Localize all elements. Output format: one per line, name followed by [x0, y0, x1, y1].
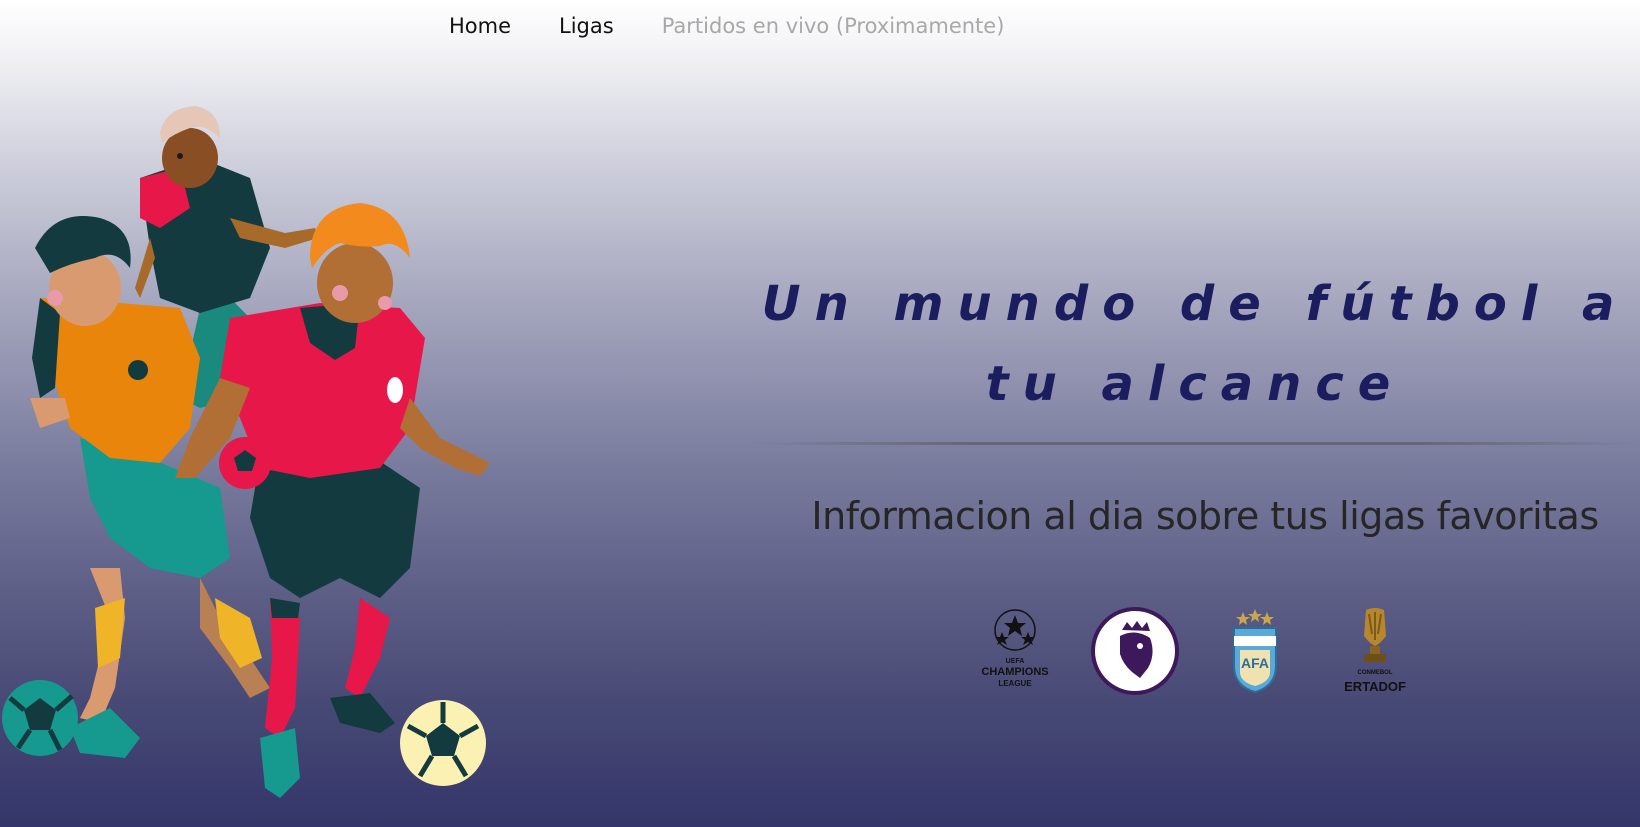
afa-shield-icon: [1233, 609, 1277, 694]
league-logo-premier[interactable]: [1090, 606, 1180, 696]
league-logo-afa[interactable]: AFA: [1210, 606, 1300, 696]
league-logos-row: UEFA CHAMPIONS LEAGUE AFA CONMEBOL ERTAD…: [970, 606, 1450, 696]
league-logo-libertadores[interactable]: CONMEBOL ERTADOF: [1330, 606, 1420, 696]
premier-league-icon: [1091, 607, 1179, 695]
football-players-illustration: [2, 106, 490, 798]
football-cream-icon: [400, 700, 486, 786]
conmebol-text: CONMEBOL: [1357, 670, 1393, 676]
champions-uefa-text: UEFA: [1005, 658, 1025, 665]
hero-subtitle: Informacion al dia sobre tus ligas favor…: [811, 494, 1599, 538]
hero-title: Un mundo de fútbol a tu alcance: [761, 276, 1629, 412]
football-red-icon: [219, 437, 271, 489]
libertadores-trophy-icon: [1364, 608, 1386, 662]
nav-ligas-link[interactable]: Ligas: [559, 14, 614, 38]
top-nav: Home Ligas Partidos en vivo (Proximament…: [449, 10, 1052, 42]
hero-divider: [750, 442, 1640, 445]
nav-live-matches-link: Partidos en vivo (Proximamente): [661, 14, 1005, 38]
libertadores-text: ERTADOF: [1344, 679, 1406, 694]
football-teal-icon: [2, 680, 78, 756]
league-logo-champions[interactable]: UEFA CHAMPIONS LEAGUE: [970, 606, 1060, 696]
nav-home-link[interactable]: Home: [449, 14, 511, 38]
champions-league-icon: [994, 609, 1036, 651]
afa-text: AFA: [1241, 655, 1269, 671]
champions-main-text: CHAMPIONS: [981, 666, 1049, 678]
champions-league-text: LEAGUE: [998, 679, 1032, 688]
